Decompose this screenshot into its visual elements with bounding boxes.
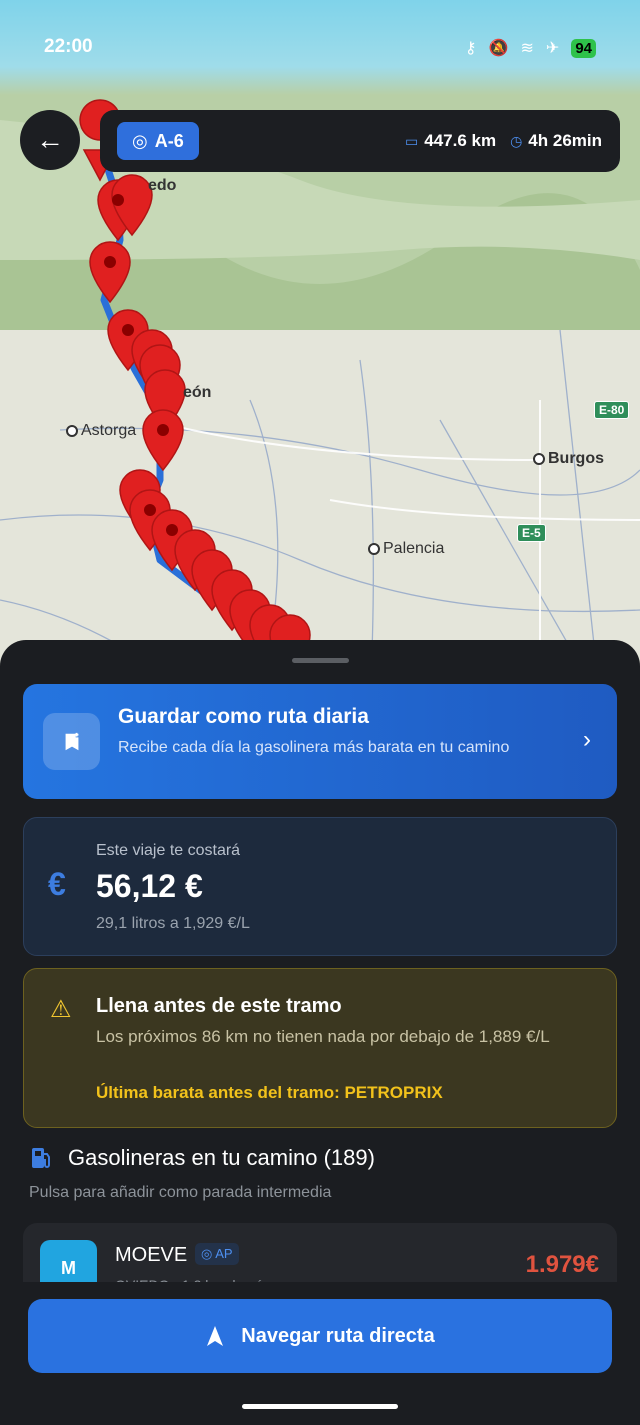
navigate-direct-label: Navegar ruta directa [241,1324,435,1347]
bookmark-add-icon [43,713,100,770]
route-distance: ▭ 447.6 km [405,131,496,151]
trip-cost-value: 56,12 € [96,868,203,904]
warning-icon: ⚠ [50,996,72,1023]
route-summary-bar: ◎ A-6 ▭ 447.6 km ◷ 4h 26min [100,110,620,172]
station-road-badge: ◎ AP [195,1243,239,1265]
trip-cost-card: € Este viaje te costará 56,12 € 29,1 lit… [23,817,617,956]
mute-icon: 🔕 [488,40,509,57]
warning-title: Llena antes de este tramo [96,995,342,1017]
warning-text: Los próximos 86 km no tienen nada por de… [96,1027,550,1046]
arrow-left-icon: ← [36,124,64,155]
station-price: 1.979€ [525,1251,599,1278]
home-indicator[interactable] [242,1404,398,1409]
refuel-warning-card[interactable]: ⚠ Llena antes de este tramo Los próximos… [23,968,617,1128]
vpn-key-icon: ⚷ [464,40,477,57]
euro-icon: € [48,866,66,902]
trip-cost-label: Este viaje te costará [96,842,241,859]
battery-icon: 94 [571,38,596,58]
road-chip[interactable]: ◎ A-6 [117,122,199,160]
back-button[interactable]: ← [20,110,80,170]
warning-last-cheap-station[interactable]: Última barata antes del tramo: PETROPRIX [96,1083,443,1103]
map-label-burgos: Burgos [533,450,604,468]
route-duration: ◷ 4h 26min [510,131,602,151]
save-route-subtitle: Recibe cada día la gasolinera más barata… [118,739,510,756]
save-route-title: Guardar como ruta diaria [118,705,369,728]
stations-section-subtitle: Pulsa para añadir como parada intermedia [29,1184,332,1201]
clock-icon: ◷ [510,132,523,149]
highway-badge-e80: E-80 [594,401,630,419]
road-icon: ◎ [132,130,148,151]
route-map[interactable]: edo eón Astorga Burgos Palencia E-80 E-5 [0,0,640,700]
wifi-icon: ≋ [520,40,534,57]
ruler-icon: ▭ [405,132,419,149]
map-label-palencia: Palencia [368,540,444,558]
trip-cost-detail: 29,1 litros a 1,929 €/L [96,915,250,932]
route-stats: ▭ 447.6 km ◷ 4h 26min [405,131,602,151]
map-label-oviedo: edo [148,177,177,194]
status-icons: ⚷ 🔕 ≋ ✈ 94 [465,38,596,58]
navigation-arrow-icon [207,1326,224,1346]
station-name: MOEVE [115,1244,188,1266]
status-bar: 22:00 ⚷ 🔕 ≋ ✈ 94 [0,0,640,95]
chevron-right-icon: › [583,726,591,753]
distance-value: 447.6 km [424,131,497,150]
duration-value: 4h 26min [528,131,602,150]
stations-section-title: Gasolineras en tu camino (189) [68,1145,375,1170]
sheet-handle[interactable] [292,658,349,663]
fuel-pump-icon [31,1146,53,1170]
map-label-astorga: Astorga [66,422,136,440]
airplane-icon: ✈ [545,40,560,57]
map-canvas [0,0,640,700]
road-name: A-6 [154,130,184,151]
save-route-card[interactable]: Guardar como ruta diaria Recibe cada día… [23,684,617,799]
highway-badge-e5: E-5 [517,524,546,542]
status-time: 22:00 [44,36,93,57]
map-label-leon: eón [183,384,212,401]
navigate-direct-button[interactable]: Navegar ruta directa [28,1299,612,1373]
